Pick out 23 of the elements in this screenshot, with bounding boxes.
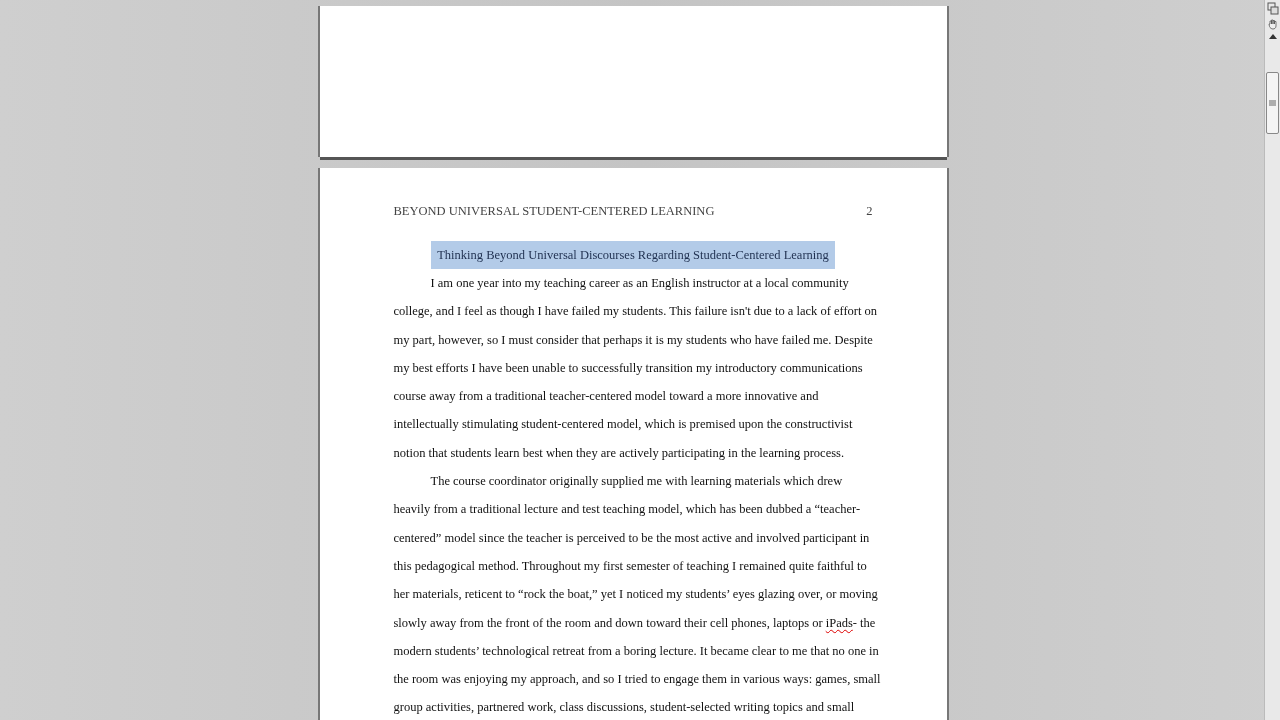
text-line: slowly away from the front of the room and down toward their cell phones, laptops or iPads- the bbox=[393, 614, 876, 632]
text-line: the room was enjoying my approach, and so I tried to engage them in various ways: games, small bbox=[393, 671, 881, 689]
text-line: I am one year into my teaching career as an English instructor at a local community bbox=[430, 275, 849, 292]
text-line: heavily from a traditional lecture and test teaching model, which has been dubbed a “teacher- bbox=[393, 501, 861, 519]
page-number: 2 bbox=[866, 204, 873, 218]
ruler-toggle-icon[interactable] bbox=[1266, 2, 1279, 16]
text-line: this pedagogical method. Throughout my first semester of teaching I remained quite faithful to bbox=[393, 557, 867, 575]
scroll-thumb[interactable] bbox=[1266, 72, 1279, 134]
text-line: her materials, reticent to “rock the boat,” yet I noticed my students’ eyes glazing over, or moving bbox=[393, 586, 878, 604]
running-head: BEYOND UNIVERSAL STUDENT-CENTERED LEARNING bbox=[393, 204, 715, 218]
text-line: group activities, partnered work, class discussions, student-selected writing topics and small bbox=[393, 699, 855, 717]
text-line: college, and I feel as though I have failed my students. This failure isn't due to a lack of effort on bbox=[393, 303, 878, 321]
text-line: notion that students learn best when they are actively participating in the learning process. bbox=[393, 444, 845, 462]
text-line: intellectually stimulating student-centered model, which is premised upon the constructivist bbox=[393, 416, 853, 434]
text-line: centered” model since the teacher is perceived to be the most active and involved participant in bbox=[393, 529, 870, 547]
hand-icon[interactable] bbox=[1266, 18, 1279, 30]
essay-title: Thinking Beyond Universal Discourses Regarding Student-Centered Learning bbox=[431, 241, 835, 269]
text-line: my best efforts I have been unable to successfully transition my introductory communications bbox=[393, 359, 863, 377]
text-line: my part, however, so I must consider that perhaps it is my students who have failed me. Despite bbox=[393, 331, 873, 349]
scroll-up-icon[interactable] bbox=[1267, 32, 1278, 40]
text-line: The course coordinator originally supplied me with learning materials which drew bbox=[430, 473, 843, 491]
text-line: course away from a traditional teacher-centered model toward a more innovative and bbox=[393, 388, 819, 406]
text-line: modern students’ technological retreat from a boring lecture. It became clear to me that no one in bbox=[393, 642, 879, 660]
